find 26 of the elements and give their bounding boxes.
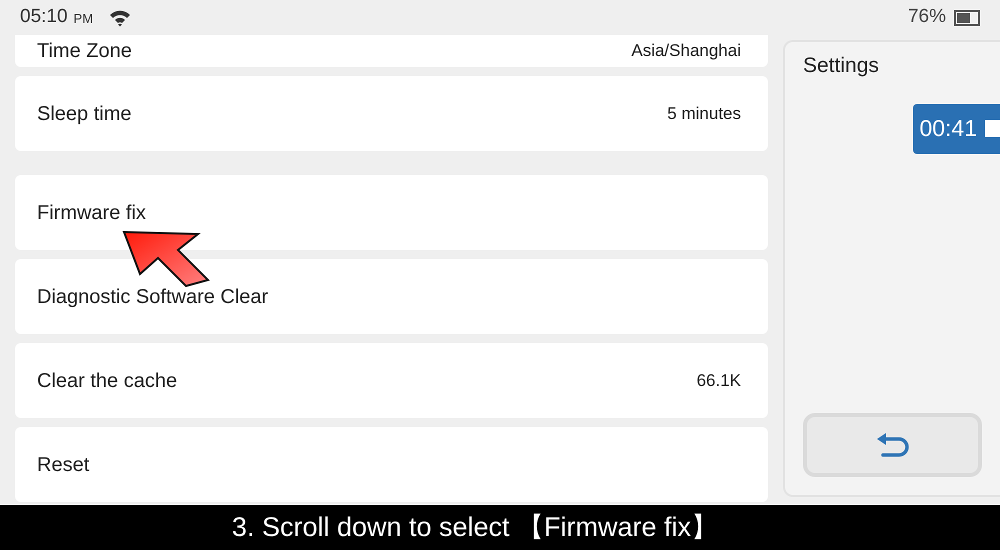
settings-row[interactable]: Firmware fix [15, 175, 768, 250]
settings-row[interactable]: Clear the cache 66.1K [15, 343, 768, 418]
back-button[interactable] [803, 413, 982, 477]
setting-value: Asia/Shanghai [631, 40, 742, 62]
setting-value: 5 minutes [667, 102, 742, 125]
panel-title: Settings [803, 53, 880, 79]
timer-badge: 00:41 [913, 104, 1000, 154]
return-icon [874, 432, 910, 458]
setting-label: Diagnostic Software Clear [37, 284, 270, 310]
battery-percent: 76% [908, 5, 946, 30]
stop-icon [985, 120, 1000, 137]
setting-label: Reset [37, 452, 90, 478]
setting-label: Sleep time [37, 102, 132, 126]
status-time: 05:10 [20, 5, 68, 30]
setting-value: 66.1K [696, 370, 742, 392]
setting-label: Clear the cache [37, 368, 178, 394]
settings-row[interactable]: Time Zone Asia/Shanghai [15, 35, 768, 67]
settings-row[interactable]: Diagnostic Software Clear [15, 259, 768, 334]
setting-label: Time Zone [37, 39, 133, 64]
status-period: PM [74, 10, 94, 28]
settings-row[interactable]: Reset [15, 427, 768, 502]
caption-text: 3. Scroll down to select 【Firmware fix】 [232, 511, 718, 544]
battery-icon [954, 10, 980, 26]
settings-row[interactable]: Sleep time 5 minutes [15, 76, 768, 151]
setting-label: Firmware fix [37, 200, 147, 226]
wifi-icon [109, 8, 132, 26]
